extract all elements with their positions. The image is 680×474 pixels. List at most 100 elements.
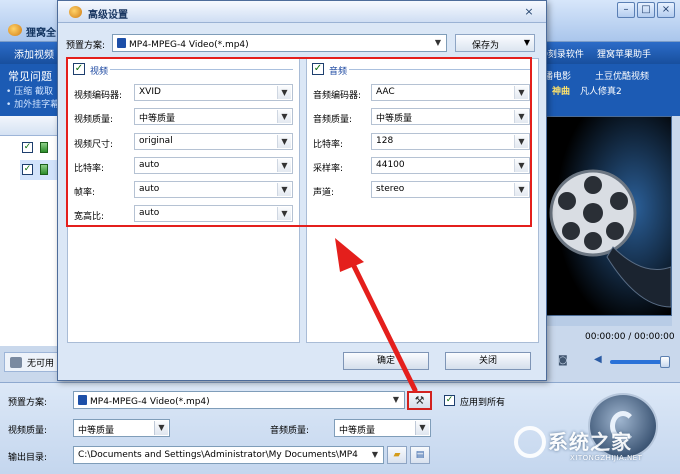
chevron-down-icon: ▼ (154, 421, 168, 435)
mp4-format-icon (78, 395, 87, 405)
frame-rate-value: auto (139, 184, 160, 194)
chevron-down-icon: ▼ (277, 110, 291, 123)
volume-icon[interactable]: ◀ (594, 354, 602, 365)
volume-knob[interactable] (660, 356, 670, 368)
maximize-icon[interactable]: □ (637, 2, 655, 18)
save-as-label: 保存为 (472, 41, 500, 51)
minimize-icon[interactable]: – (617, 2, 635, 18)
audio-enable-checkbox[interactable]: ✓ (312, 63, 324, 75)
promo-link[interactable]: 播电影 (544, 69, 571, 82)
audio-quality-value: 中等质量 (376, 114, 413, 124)
add-video-button[interactable]: 添加视频 (14, 46, 54, 61)
watermark-text: 系统之家 (548, 430, 632, 454)
watermark-logo-icon (514, 426, 546, 458)
video-bitrate-value: auto (139, 160, 160, 170)
promo-link[interactable]: 凡人修真2 (580, 84, 622, 97)
video-codec-label: 视频编码器: (74, 91, 123, 101)
channels-select[interactable]: stereo ▼ (371, 181, 530, 198)
dvd-burn-link[interactable]: D刻录软件 (541, 47, 584, 60)
time-display: 00:00:00 / 00:00:00 (585, 332, 675, 342)
video-file-icon (40, 164, 48, 175)
chevron-down-icon: ▼ (514, 183, 528, 196)
faq-link[interactable]: • 压缩 截取 (6, 84, 53, 97)
dialog-preset-value: MP4-MPEG-4 Video(*.mp4) (129, 40, 249, 50)
audio-quality-select[interactable]: 中等质量 ▼ (334, 419, 431, 437)
output-dir-value: C:\Documents and Settings\Administrator\… (78, 450, 358, 460)
app-logo-icon (8, 24, 22, 36)
video-quality-select[interactable]: 中等质量 ▼ (134, 108, 293, 125)
dialog-preset-select[interactable]: MP4-MPEG-4 Video(*.mp4) ▼ (112, 34, 447, 52)
subtitle-icon (10, 357, 22, 368)
dialog-titlebar: 高级设置 × (58, 1, 546, 23)
aspect-ratio-select[interactable]: auto ▼ (134, 205, 293, 222)
open-folder-icon[interactable]: ▤ (410, 446, 430, 464)
dialog-title: 高级设置 (88, 10, 128, 21)
bottom-preset-label: 预置方案: (8, 398, 48, 408)
chevron-down-icon: ▼ (392, 395, 400, 404)
output-dir-select[interactable]: C:\Documents and Settings\Administrator\… (73, 446, 384, 464)
audio-bitrate-value: 128 (376, 136, 394, 146)
video-codec-value: XVID (139, 87, 161, 97)
sample-rate-select[interactable]: 44100 ▼ (371, 157, 530, 174)
audio-quality-select[interactable]: 中等质量 ▼ (371, 108, 530, 125)
chevron-down-icon: ▼ (371, 450, 379, 459)
video-quality-value: 中等质量 (78, 426, 115, 436)
advanced-settings-button[interactable]: ⚒ (407, 391, 432, 410)
ok-button[interactable]: 确定 (343, 352, 429, 370)
faq-panel: 常见问题 • 压缩 截取 • 加外挂字幕 (0, 64, 60, 116)
chevron-down-icon: ▼ (514, 110, 528, 123)
audio-group-title: 音频 (329, 67, 348, 77)
dialog-close-icon[interactable]: × (521, 5, 537, 19)
audio-bitrate-select[interactable]: 128 ▼ (371, 133, 530, 150)
file-checkbox[interactable]: ✓ (22, 142, 33, 153)
promo-link[interactable]: 土豆优酷视频 (595, 69, 649, 82)
sample-rate-label: 采样率: (313, 164, 344, 174)
aspect-ratio-label: 宽高比: (74, 212, 105, 222)
audio-quality-label: 音频质量: (313, 115, 353, 125)
chevron-down-icon: ▼ (277, 183, 291, 196)
save-as-button[interactable]: 保存为 ▼ (455, 34, 535, 52)
video-quality-value: 中等质量 (139, 114, 176, 124)
chevron-down-icon: ▼ (514, 135, 528, 148)
promo-link[interactable]: 神曲 (552, 84, 570, 97)
file-row[interactable]: ✓ (20, 138, 60, 158)
film-reel-icon (543, 117, 671, 315)
apple-assistant-link[interactable]: 狸窝苹果助手 (597, 47, 651, 60)
apply-all-label: 应用到所有 (460, 398, 506, 408)
file-checkbox[interactable]: ✓ (22, 164, 33, 175)
apply-all-checkbox[interactable]: ✓ (444, 395, 455, 406)
audio-group-header: ✓ 音频 (307, 59, 538, 79)
faq-title: 常见问题 (8, 70, 52, 83)
bottom-preset-select[interactable]: MP4-MPEG-4 Video(*.mp4) ▼ (73, 391, 405, 409)
watermark: 系统之家 XITONGZHIJIA.NET (508, 418, 676, 470)
snapshot-icon[interactable]: ◙ (558, 355, 568, 366)
audio-codec-select[interactable]: AAC ▼ (371, 84, 530, 101)
video-bitrate-label: 比特率: (74, 164, 105, 174)
frame-rate-select[interactable]: auto ▼ (134, 181, 293, 198)
file-list: ✓ ✓ (0, 116, 60, 346)
file-list-header (0, 116, 60, 136)
video-preview (542, 116, 672, 316)
audio-quality-label: 音频质量: (270, 426, 310, 436)
video-codec-select[interactable]: XVID ▼ (134, 84, 293, 101)
video-bitrate-select[interactable]: auto ▼ (134, 157, 293, 174)
video-size-value: original (139, 136, 173, 146)
video-group-title: 视频 (90, 67, 109, 77)
volume-slider[interactable] (610, 360, 664, 364)
video-quality-select[interactable]: 中等质量 ▼ (73, 419, 170, 437)
promo-panel: 播电影 土豆优酷视频 神曲 凡人修真2 (540, 64, 680, 116)
video-enable-checkbox[interactable]: ✓ (73, 63, 85, 75)
video-settings-group: ✓ 视频 视频编码器: XVID ▼ 视频质量: 中等质量 ▼ 视频尺寸: or… (67, 58, 300, 343)
close-icon[interactable]: × (657, 2, 675, 18)
folder-icon[interactable]: ▰ (387, 446, 407, 464)
faq-link[interactable]: • 加外挂字幕 (6, 97, 59, 110)
audio-quality-value: 中等质量 (339, 426, 376, 436)
chevron-down-icon: ▼ (415, 421, 429, 435)
file-row[interactable]: ✓ (20, 160, 60, 180)
video-size-select[interactable]: original ▼ (134, 133, 293, 150)
subtitle-select[interactable]: 无可用 (4, 352, 60, 372)
chevron-down-icon: ▼ (277, 207, 291, 220)
dialog-preset-label: 预置方案: (66, 41, 106, 51)
seek-bar[interactable] (542, 316, 672, 326)
close-button[interactable]: 关闭 (445, 352, 531, 370)
